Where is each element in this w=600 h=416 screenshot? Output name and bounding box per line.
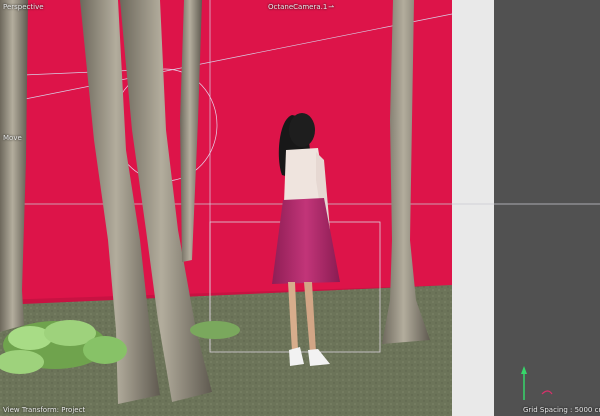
view-transform-label: View Transform: Project [3,406,86,414]
camera-link-icon[interactable]: ⇀ [328,3,334,11]
side-panel-dark [494,0,600,416]
side-panel-light [452,0,494,416]
active-camera-label[interactable]: OctaneCamera.1⇀ [268,3,334,11]
active-tool-label: Move [3,134,22,142]
3d-viewport[interactable]: Perspective OctaneCamera.1⇀ Move View Tr… [0,0,600,416]
backdrop-wall [0,0,452,310]
camera-name[interactable]: OctaneCamera.1 [268,3,327,11]
viewport-scene [0,0,600,416]
viewport-view-name[interactable]: Perspective [3,3,44,11]
grid-spacing-label: Grid Spacing : 5000 cm [523,406,600,414]
